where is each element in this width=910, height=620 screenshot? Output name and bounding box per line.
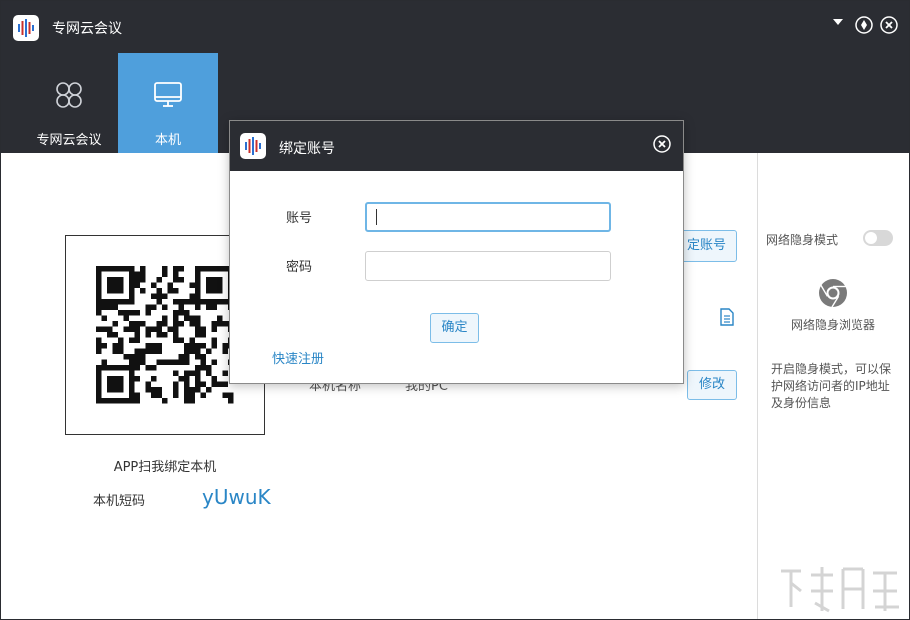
tab-this-pc[interactable]: 本机 [118, 53, 218, 153]
tab-label: 本机 [154, 133, 181, 148]
password-label: 密码 [286, 260, 313, 275]
bind-account-button[interactable]: 定账号 [677, 230, 737, 262]
quick-register-link[interactable]: 快速注册 [272, 348, 324, 367]
dialog-logo [240, 133, 266, 159]
incognito-description: 开启隐身模式，可以保护网络访问者的IP地址及身份信息 [771, 362, 892, 410]
app-window: 专网云会议 专网云会议 本机 APP扫我绑定本机 本机短码 yUwuK 定账号 … [0, 0, 910, 620]
qr-caption: APP扫我绑定本机 [113, 460, 217, 475]
account-input[interactable] [365, 202, 611, 232]
tab-cloud-meeting[interactable]: 专网云会议 [19, 53, 119, 153]
tab-label: 专网云会议 [36, 133, 102, 148]
dialog-close-icon[interactable] [653, 135, 671, 153]
confirm-button[interactable]: 确定 [430, 313, 479, 343]
watermark-logo [775, 561, 905, 617]
short-code-value: yUwuK [202, 485, 271, 509]
close-icon[interactable] [880, 16, 898, 34]
monitor-icon [152, 79, 184, 111]
menu-dropdown-icon[interactable] [833, 19, 843, 25]
incognito-mode-label: 网络隐身模式 [766, 233, 839, 247]
app-title: 专网云会议 [52, 21, 122, 37]
short-code-label: 本机短码 [93, 494, 146, 509]
minimize-icon[interactable] [855, 16, 873, 34]
account-label: 账号 [286, 211, 313, 226]
dialog-header: 绑定账号 [230, 121, 683, 171]
toggle-knob [865, 232, 877, 244]
incognito-browser-label[interactable]: 网络隐身浏览器 [777, 316, 889, 333]
text-cursor [376, 209, 377, 225]
dialog-title: 绑定账号 [279, 141, 335, 157]
chrome-browser-icon[interactable] [817, 277, 849, 309]
side-panel-divider [757, 153, 758, 619]
password-input[interactable] [365, 251, 611, 281]
copy-document-icon[interactable] [719, 308, 735, 326]
app-logo [13, 15, 39, 41]
bind-account-dialog: 绑定账号 账号 密码 确定 快速注册 [229, 120, 684, 384]
modify-button[interactable]: 修改 [687, 370, 737, 400]
incognito-toggle[interactable] [863, 230, 893, 246]
meeting-grid-icon [53, 79, 85, 111]
